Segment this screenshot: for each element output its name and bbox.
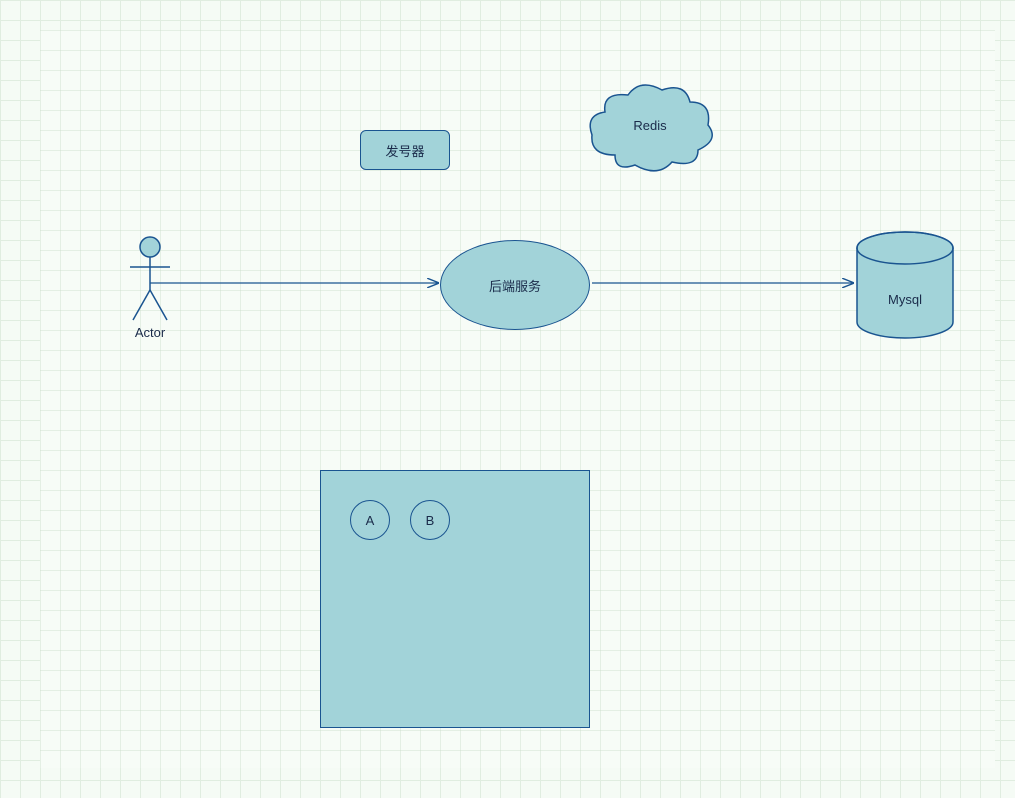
circle-b-label: B: [426, 513, 435, 528]
dispatcher-node[interactable]: 发号器: [360, 130, 450, 170]
backend-label: 后端服务: [489, 276, 541, 295]
arrow-actor-backend: [150, 278, 440, 288]
circle-a-label: A: [366, 513, 375, 528]
redis-label: Redis: [580, 118, 720, 133]
arrow-backend-db: [592, 278, 855, 288]
circle-a-node[interactable]: A: [350, 500, 390, 540]
cylinder-icon: [855, 230, 955, 340]
dispatcher-label: 发号器: [385, 141, 424, 160]
backend-node[interactable]: 后端服务: [440, 240, 590, 330]
mysql-db-node[interactable]: Mysql: [855, 230, 955, 340]
mysql-label: Mysql: [855, 292, 955, 307]
redis-cloud-node[interactable]: Redis: [580, 80, 720, 180]
diagram-canvas[interactable]: Actor 发号器 Redis 后端服务 Mysql A B: [40, 30, 995, 768]
actor-label: Actor: [120, 325, 180, 340]
circle-b-node[interactable]: B: [410, 500, 450, 540]
